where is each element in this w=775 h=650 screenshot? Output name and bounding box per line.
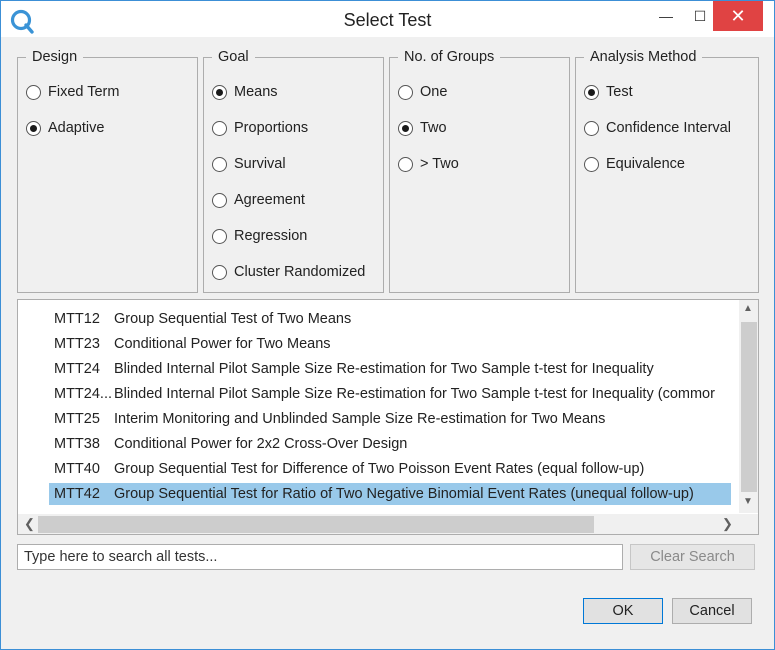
radio-indicator[interactable] bbox=[398, 84, 413, 100]
radio-indicator[interactable] bbox=[212, 84, 227, 100]
test-code: MTT42 bbox=[54, 486, 100, 502]
test-code: MTT40 bbox=[54, 461, 100, 477]
radio-indicator[interactable] bbox=[26, 84, 41, 100]
test-row[interactable]: MTT12 Group Sequential Test of Two Means bbox=[49, 308, 731, 330]
test-name: Group Sequential Test of Two Means bbox=[114, 311, 352, 327]
radio-proportions[interactable]: Proportions bbox=[212, 117, 308, 139]
radio-label: Regression bbox=[234, 228, 308, 244]
radio-fixed-term[interactable]: Fixed Term bbox=[26, 81, 119, 103]
vertical-scrollbar[interactable]: ▲ ▼ bbox=[739, 300, 758, 513]
radio-one[interactable]: One bbox=[398, 81, 447, 103]
test-name: Blinded Internal Pilot Sample Size Re-es… bbox=[114, 386, 715, 402]
cancel-button[interactable]: Cancel bbox=[672, 598, 752, 624]
radio-label: Cluster Randomized bbox=[234, 264, 366, 280]
radio-confidence-interval[interactable]: Confidence Interval bbox=[584, 117, 731, 139]
test-row[interactable]: MTT38 Conditional Power for 2x2 Cross-Ov… bbox=[49, 433, 731, 455]
scroll-down-icon[interactable]: ▼ bbox=[743, 496, 753, 507]
groups-count-group-title: No. of Groups bbox=[398, 49, 501, 65]
test-row[interactable]: MTT25 Interim Monitoring and Unblinded S… bbox=[49, 408, 731, 430]
test-row[interactable]: MTT24 Blinded Internal Pilot Sample Size… bbox=[49, 358, 731, 380]
radio-indicator[interactable] bbox=[212, 192, 227, 208]
clear-search-button[interactable]: Clear Search bbox=[630, 544, 755, 570]
radio-indicator[interactable] bbox=[212, 228, 227, 244]
radio-indicator[interactable] bbox=[212, 264, 227, 280]
radio-agreement[interactable]: Agreement bbox=[212, 189, 305, 211]
radio-more-than-two[interactable]: > Two bbox=[398, 153, 459, 175]
radio-indicator[interactable] bbox=[398, 156, 413, 172]
goal-group: Goal Means Proportions Survival Agreemen… bbox=[203, 49, 384, 293]
test-row[interactable]: MTT23 Conditional Power for Two Means bbox=[49, 333, 731, 355]
scroll-left-icon[interactable]: ❮ bbox=[24, 516, 35, 532]
ok-button[interactable]: OK bbox=[583, 598, 663, 624]
test-code: MTT38 bbox=[54, 436, 100, 452]
design-group-title: Design bbox=[26, 49, 84, 65]
radio-indicator[interactable] bbox=[398, 120, 413, 136]
radio-adaptive[interactable]: Adaptive bbox=[26, 117, 104, 139]
horizontal-scroll-thumb[interactable] bbox=[38, 516, 594, 533]
test-name: Interim Monitoring and Unblinded Sample … bbox=[114, 411, 606, 427]
test-name: Group Sequential Test for Ratio of Two N… bbox=[114, 486, 694, 502]
radio-indicator[interactable] bbox=[26, 120, 41, 136]
test-code: MTT24 bbox=[54, 361, 100, 377]
radio-indicator[interactable] bbox=[584, 84, 599, 100]
test-row[interactable]: MTT40 Group Sequential Test for Differen… bbox=[49, 458, 731, 480]
radio-label: Means bbox=[234, 84, 278, 100]
analysis-method-group-title: Analysis Method bbox=[584, 49, 703, 65]
analysis-method-group: Analysis Method Test Confidence Interval… bbox=[575, 49, 759, 293]
goal-group-title: Goal bbox=[212, 49, 255, 65]
radio-label: Survival bbox=[234, 156, 286, 172]
horizontal-scrollbar[interactable]: ❮ ❯ bbox=[18, 514, 758, 534]
vertical-scroll-thumb[interactable] bbox=[741, 322, 757, 492]
test-row[interactable]: MTT24... Blinded Internal Pilot Sample S… bbox=[49, 383, 731, 405]
test-name: Conditional Power for 2x2 Cross-Over Des… bbox=[114, 436, 408, 452]
radio-label: Confidence Interval bbox=[606, 120, 731, 136]
radio-equivalence[interactable]: Equivalence bbox=[584, 153, 685, 175]
radio-test[interactable]: Test bbox=[584, 81, 633, 103]
test-name: Conditional Power for Two Means bbox=[114, 336, 331, 352]
radio-label: Agreement bbox=[234, 192, 305, 208]
radio-label: Adaptive bbox=[48, 120, 105, 136]
radio-regression[interactable]: Regression bbox=[212, 225, 307, 247]
radio-indicator[interactable] bbox=[212, 156, 227, 172]
test-code: MTT25 bbox=[54, 411, 100, 427]
test-code: MTT12 bbox=[54, 311, 100, 327]
select-test-dialog: Select Test — ☐ ✕ Design Fixed Term Adap… bbox=[0, 0, 775, 650]
test-name: Blinded Internal Pilot Sample Size Re-es… bbox=[114, 361, 654, 377]
radio-indicator[interactable] bbox=[584, 156, 599, 172]
test-row[interactable]: MTT42 Group Sequential Test for Ratio of… bbox=[49, 483, 731, 505]
radio-cluster-randomized[interactable]: Cluster Randomized bbox=[212, 261, 365, 283]
radio-indicator[interactable] bbox=[584, 120, 599, 136]
scroll-right-icon[interactable]: ❯ bbox=[722, 516, 733, 532]
radio-label: Fixed Term bbox=[48, 84, 120, 100]
minimize-button[interactable]: — bbox=[649, 1, 683, 31]
scroll-up-icon[interactable]: ▲ bbox=[743, 303, 753, 314]
radio-survival[interactable]: Survival bbox=[212, 153, 286, 175]
test-code: MTT24... bbox=[54, 386, 113, 402]
test-list[interactable]: MTT12 Group Sequential Test of Two Means… bbox=[17, 299, 759, 535]
groups-count-group: No. of Groups One Two > Two bbox=[389, 49, 570, 293]
radio-label: Test bbox=[606, 84, 633, 100]
search-input[interactable] bbox=[17, 544, 623, 570]
maximize-button[interactable]: ☐ bbox=[683, 1, 717, 31]
radio-two[interactable]: Two bbox=[398, 117, 447, 139]
radio-label: > Two bbox=[420, 156, 459, 172]
title-bar[interactable]: Select Test — ☐ ✕ bbox=[1, 1, 774, 37]
test-name: Group Sequential Test for Difference of … bbox=[114, 461, 645, 477]
radio-indicator[interactable] bbox=[212, 120, 227, 136]
radio-label: Two bbox=[420, 120, 447, 136]
test-code: MTT23 bbox=[54, 336, 100, 352]
radio-label: Equivalence bbox=[606, 156, 685, 172]
radio-label: Proportions bbox=[234, 120, 309, 136]
radio-means[interactable]: Means bbox=[212, 81, 278, 103]
design-group: Design Fixed Term Adaptive bbox=[17, 49, 198, 293]
radio-label: One bbox=[420, 84, 448, 100]
close-button[interactable]: ✕ bbox=[713, 1, 763, 31]
